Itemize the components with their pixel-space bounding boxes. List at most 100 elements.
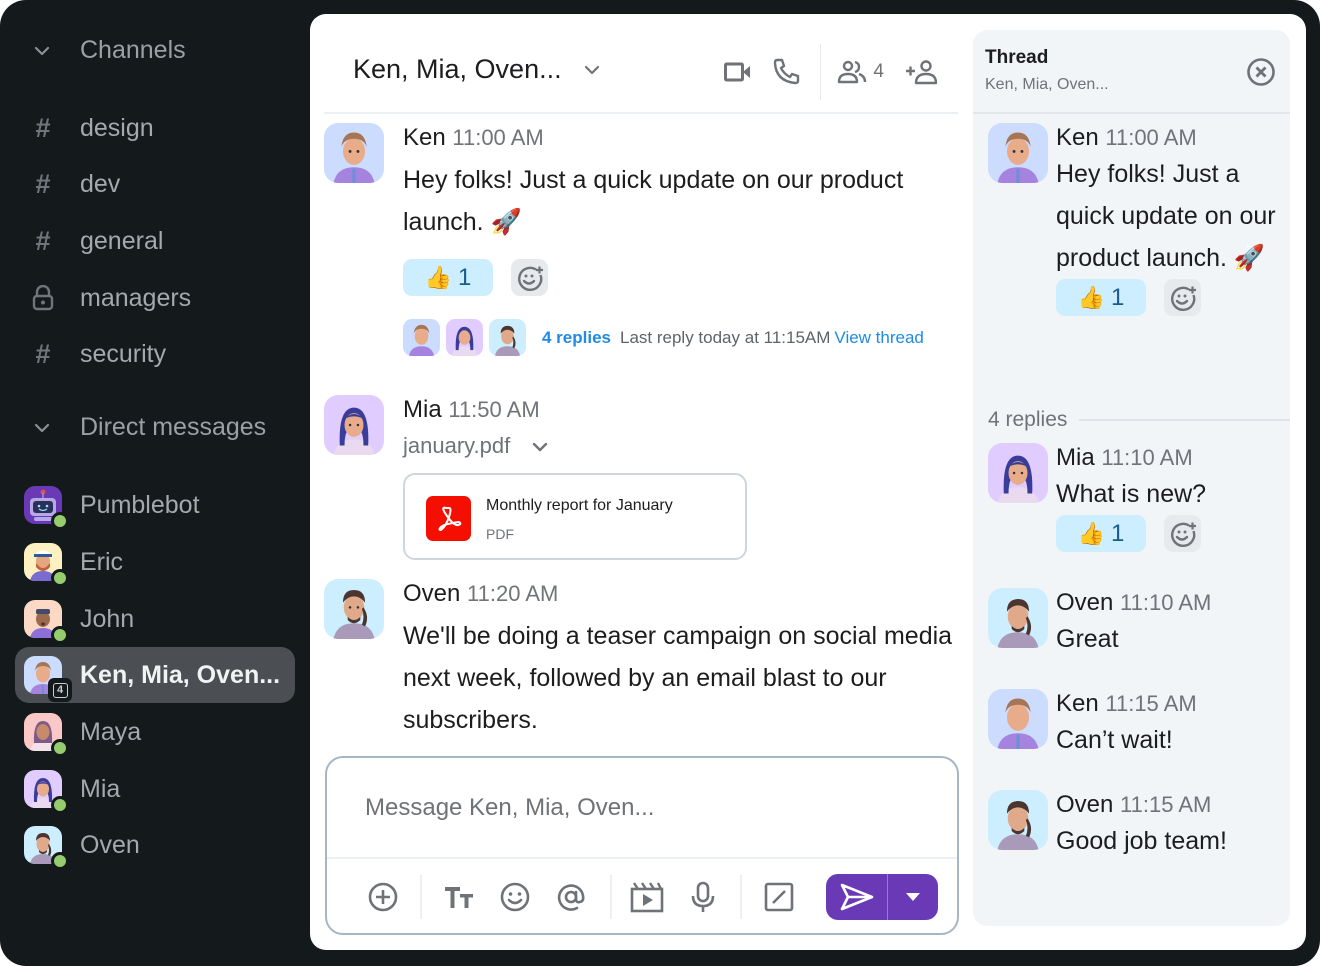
video-clip-button[interactable] — [629, 879, 665, 915]
member-count: 4 — [873, 61, 884, 82]
avatar-mia[interactable] — [988, 443, 1048, 503]
channels-section-toggle[interactable]: Channels — [30, 36, 186, 65]
voice-call-button[interactable] — [772, 58, 800, 86]
message-time: 11:00 AM — [1105, 125, 1197, 150]
attachment-toggle[interactable]: january.pdf — [403, 433, 953, 459]
chat-header: Ken, Mia, Oven... 4 — [324, 14, 958, 114]
reaction-thumbs-up[interactable]: 👍 1 — [403, 259, 493, 296]
add-member-button[interactable] — [904, 59, 938, 85]
send-button-group — [826, 874, 938, 920]
reaction-thumbs-up[interactable]: 👍 1 — [1056, 279, 1146, 316]
avatar-ken[interactable] — [324, 123, 384, 183]
video-icon — [724, 62, 751, 82]
close-thread-button[interactable] — [1245, 56, 1277, 88]
dm-item-john[interactable]: John — [15, 591, 295, 647]
sidebar-item-managers[interactable]: managers — [30, 278, 191, 318]
avatar-oven[interactable] — [988, 588, 1048, 648]
add-emoji-icon — [517, 266, 543, 291]
message-time: 11:15 AM — [1105, 691, 1197, 716]
send-options-dropdown[interactable] — [888, 874, 938, 920]
app-window: Channels # design # dev # general manage… — [0, 0, 1320, 966]
members-icon — [838, 60, 867, 84]
thread-header: Thread Ken, Mia, Oven... — [973, 30, 1290, 114]
dm-label: Eric — [80, 547, 124, 576]
composer-toolbar — [327, 859, 957, 935]
group-member-count-badge: 4 — [48, 678, 72, 702]
sidebar-item-design[interactable]: # design — [30, 108, 153, 148]
channel-label: managers — [80, 283, 192, 312]
text-format-button[interactable] — [441, 879, 477, 915]
mention-button[interactable] — [553, 879, 589, 915]
add-reaction-button[interactable] — [1164, 515, 1201, 552]
dm-item-oven[interactable]: Oven — [15, 817, 295, 873]
replies-link[interactable]: 4 replies — [542, 328, 611, 348]
attach-button[interactable] — [365, 879, 401, 915]
dm-label: John — [80, 604, 135, 633]
chevron-down-icon — [582, 60, 602, 80]
message-input[interactable] — [365, 794, 925, 822]
file-title: Monthly report for January — [486, 497, 673, 514]
message-time: 11:00 AM — [452, 125, 544, 150]
sidebar-item-security[interactable]: # security — [30, 334, 166, 374]
message-author[interactable]: Ken — [1056, 690, 1099, 717]
dm-item-pumblebot[interactable]: Pumblebot — [15, 477, 295, 533]
members-button[interactable]: 4 — [837, 60, 884, 84]
channel-label: dev — [80, 169, 121, 198]
emoji-button[interactable] — [497, 879, 533, 915]
dm-section-toggle[interactable]: Direct messages — [30, 413, 266, 442]
message-author[interactable]: Ken — [403, 124, 446, 151]
dm-label: Mia — [80, 774, 121, 803]
send-button[interactable] — [826, 874, 888, 920]
message-author[interactable]: Oven — [1056, 791, 1113, 818]
sidebar-item-dev[interactable]: # dev — [30, 164, 120, 204]
message-author[interactable]: Oven — [1056, 589, 1113, 616]
message-time: 11:50 AM — [448, 397, 540, 422]
channel-label: security — [80, 339, 167, 368]
lock-icon — [30, 285, 56, 311]
online-status-indicator — [51, 626, 69, 644]
add-icon — [368, 882, 398, 912]
video-call-button[interactable] — [724, 61, 752, 83]
avatar-oven[interactable] — [324, 579, 384, 639]
message-author[interactable]: Mia — [403, 396, 442, 423]
conversation-title-dropdown[interactable]: Ken, Mia, Oven... — [353, 54, 602, 85]
dm-item-mia[interactable]: Mia — [15, 761, 295, 817]
thread-summary[interactable]: 4 replies Last reply today at 11:15AM Vi… — [403, 319, 953, 356]
add-reaction-button[interactable] — [511, 259, 548, 296]
slash-command-button[interactable] — [761, 879, 797, 915]
dm-header: Direct messages — [80, 413, 267, 441]
avatar-oven[interactable] — [988, 790, 1048, 850]
file-attachment-card[interactable]: Monthly report for January PDF — [403, 473, 747, 560]
voice-message-button[interactable] — [685, 879, 721, 915]
avatar-ken[interactable] — [988, 689, 1048, 749]
add-member-icon — [906, 60, 938, 85]
dm-item-ken-mia-oven[interactable]: 4 Ken, Mia, Oven... — [15, 647, 295, 703]
reaction-thumbs-up[interactable]: 👍 1 — [1056, 515, 1146, 552]
message-author[interactable]: Ken — [1056, 124, 1099, 151]
video-clip-icon — [630, 882, 664, 913]
page-title: Ken, Mia, Oven... — [353, 54, 562, 84]
replies-divider: 4 replies — [988, 408, 1290, 432]
dm-item-eric[interactable]: Eric — [15, 534, 295, 590]
channels-header: Channels — [80, 36, 186, 64]
hash-icon: # — [35, 168, 51, 199]
message-time: 11:10 AM — [1101, 445, 1193, 470]
chevron-down-icon — [30, 416, 54, 440]
last-reply-text: Last reply today at 11:15AM — [620, 327, 831, 347]
message-author[interactable]: Oven — [403, 580, 460, 607]
view-thread-link[interactable]: View thread — [834, 328, 923, 348]
add-reaction-button[interactable] — [1164, 279, 1201, 316]
message-text: What is new? — [1056, 480, 1207, 508]
message-text: Good job team! — [1056, 827, 1227, 855]
message-author[interactable]: Mia — [1056, 444, 1095, 471]
thread-subtitle: Ken, Mia, Oven... — [985, 76, 1109, 93]
avatar-mia[interactable] — [324, 395, 384, 455]
dm-item-maya[interactable]: Maya — [15, 704, 295, 760]
thread-title: Thread — [985, 47, 1049, 68]
thread-panel: Thread Ken, Mia, Oven... Ken 11:00 AM He… — [973, 30, 1290, 926]
sidebar-item-general[interactable]: # general — [30, 221, 163, 261]
avatar-mia — [446, 319, 483, 356]
avatar-ken[interactable] — [988, 123, 1048, 183]
add-emoji-icon — [1170, 286, 1196, 311]
chevron-down-icon — [530, 436, 550, 456]
